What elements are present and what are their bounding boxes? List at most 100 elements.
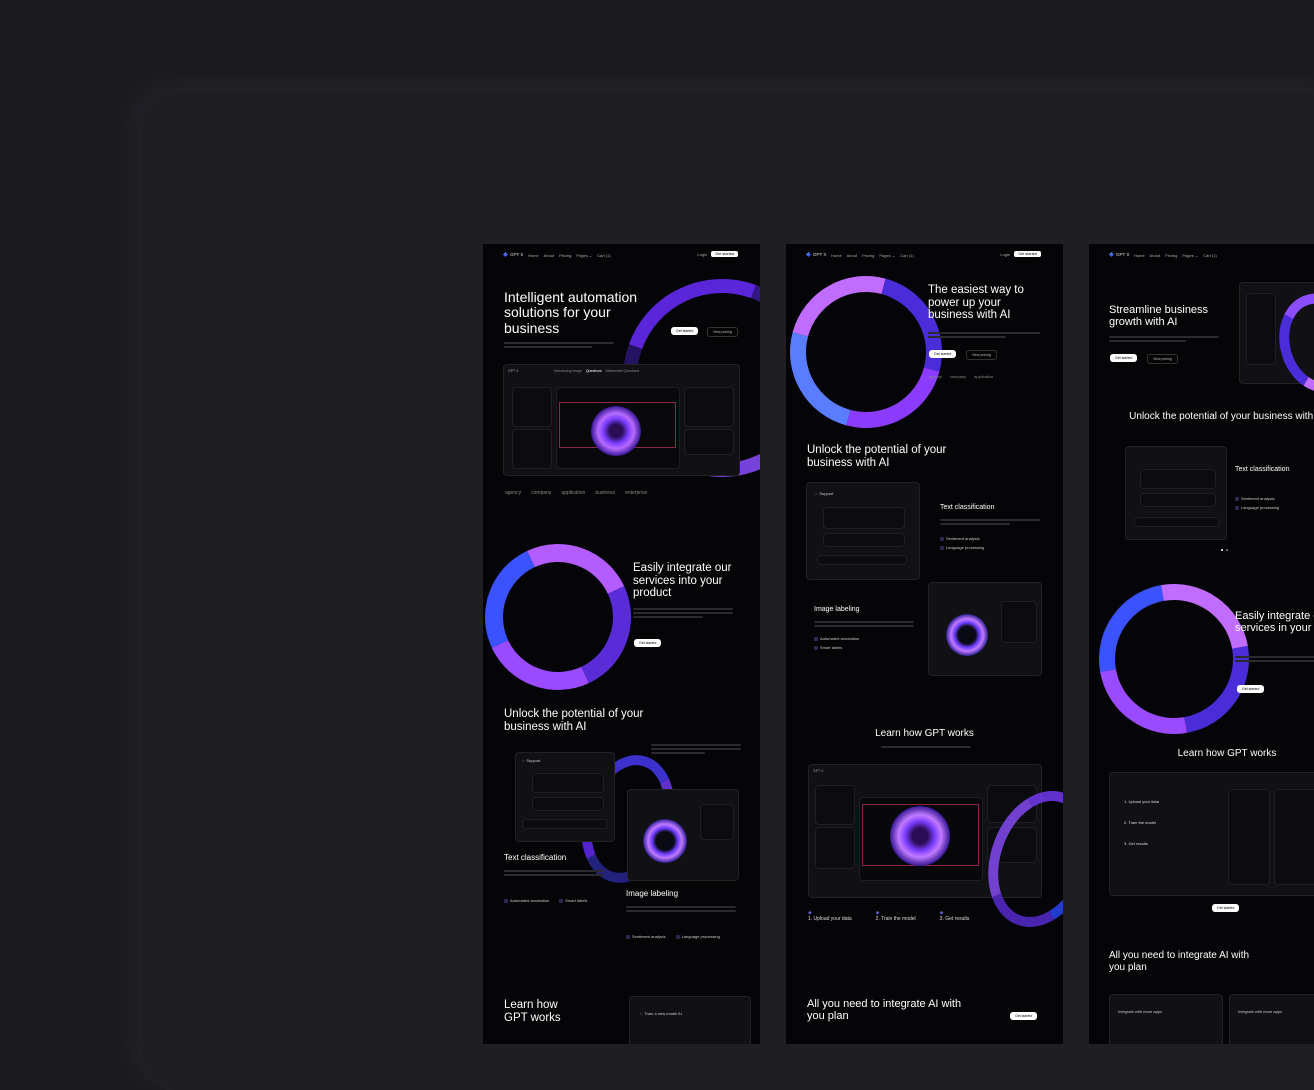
steps-card: 1. Upload your data 2. Train the model 3… xyxy=(1109,772,1314,896)
hero-view-pricing-button[interactable]: View pricing xyxy=(1147,354,1178,364)
brand-logos: agency company application xyxy=(929,374,993,379)
hero-get-started-button[interactable]: Get started xyxy=(929,350,957,358)
hero-view-pricing-button[interactable]: View pricing xyxy=(966,350,997,360)
app-right-panel-1 xyxy=(684,387,734,427)
nav-actions: Login Get started xyxy=(1000,251,1041,257)
chat-message-1 xyxy=(823,507,905,529)
feature-sentiment-analysis: Sentiment analysis xyxy=(940,536,984,541)
labeling-side-panel xyxy=(1001,601,1037,643)
nav-item-about[interactable]: About xyxy=(544,253,554,258)
plan-title: All you need to integrate AI with you pl… xyxy=(807,998,962,1023)
login-link[interactable]: Login xyxy=(1000,252,1010,257)
hero-description xyxy=(928,330,1040,340)
steps-list: 1. Upload your data 2. Train the model 3… xyxy=(1124,799,1159,846)
integrate-torus-graphic xyxy=(483,523,652,711)
nav-menu: Home About Pricing Pages ⌄ Cart (1) xyxy=(1134,253,1217,258)
brand-application: application xyxy=(974,374,994,379)
hero-app-card xyxy=(1239,282,1314,402)
step-train[interactable]: 2. Train the model xyxy=(1124,820,1159,825)
image-labeling-title: Image labeling xyxy=(626,889,679,898)
logo-icon xyxy=(503,252,508,257)
image-labeling-features: Sentiment analysis Language processing xyxy=(626,934,720,939)
nav-item-pricing[interactable]: Pricing xyxy=(1165,253,1177,258)
nav-item-home[interactable]: Home xyxy=(528,253,539,258)
feature-language-processing: Language processing xyxy=(940,545,984,550)
hero-app-sidebar xyxy=(1246,293,1276,365)
brand-agency: agency xyxy=(505,490,522,496)
nav-item-pricing[interactable]: Pricing xyxy=(559,253,571,258)
logo[interactable]: GPT X xyxy=(1109,252,1129,257)
text-classification-description xyxy=(504,868,604,878)
app-sidebar-panel-2 xyxy=(815,827,855,869)
landing-page-preview-1[interactable]: GPT X Home About Pricing Pages ⌄ Cart (1… xyxy=(483,244,760,1044)
unlock-title: Unlock the potential of your business wi… xyxy=(1129,411,1314,422)
brand-company: company xyxy=(949,374,967,379)
train-model-label[interactable]: ◌ Train a new model AI xyxy=(640,1011,682,1016)
register-button[interactable]: Get started xyxy=(711,251,738,257)
contact-button[interactable]: Get started xyxy=(1212,904,1240,912)
support-label: ◌ Support xyxy=(522,758,541,763)
chat-input[interactable] xyxy=(522,819,608,829)
app-canvas xyxy=(556,387,680,469)
chat-input[interactable] xyxy=(1134,517,1220,527)
brand-application: application xyxy=(561,490,586,496)
plan-get-started-button[interactable]: Get started xyxy=(1010,1012,1038,1020)
steps-row: ◈ 1. Upload your data ◈ 2. Train the model… xyxy=(808,910,969,922)
chat-icon: ◌ xyxy=(522,758,525,763)
nav-item-cart[interactable]: Cart (1) xyxy=(597,253,611,258)
brand-agency: agency xyxy=(929,374,942,379)
step-upload[interactable]: 1. Upload your data xyxy=(1124,799,1159,804)
integrate-get-started-button[interactable]: Get started xyxy=(1237,685,1265,693)
nav-item-pages[interactable]: Pages ⌄ xyxy=(1182,253,1198,258)
app-sidebar-panel-2 xyxy=(512,429,552,469)
nav-bar: GPT X Home About Pricing Pages ⌄ Cart (1… xyxy=(1089,250,1314,260)
chat-input[interactable] xyxy=(817,555,907,565)
labeling-torus xyxy=(945,613,989,657)
labeling-torus xyxy=(642,818,688,864)
nav-item-cart[interactable]: Cart (1) xyxy=(900,253,914,258)
unlock-title: Unlock the potential of your business wi… xyxy=(807,444,947,469)
login-link[interactable]: Login xyxy=(697,252,707,257)
image-labeling-description xyxy=(626,904,736,914)
nav-item-cart[interactable]: Cart (1) xyxy=(1203,253,1217,258)
hero-get-started-button[interactable]: Get started xyxy=(1110,354,1138,362)
chat-message-1 xyxy=(532,773,604,793)
nav-item-about[interactable]: About xyxy=(847,253,857,258)
nav-item-pages[interactable]: Pages ⌄ xyxy=(879,253,895,258)
app-logo: GPT X xyxy=(813,769,824,773)
plan-title: All you need to integrate AI with you pl… xyxy=(1109,950,1250,973)
integrate-get-started-button[interactable]: Get started xyxy=(634,639,662,647)
chat-message-1 xyxy=(1140,469,1216,489)
image-labeling-description xyxy=(814,619,914,629)
brand-logos: agency company application business ente… xyxy=(505,490,647,496)
nav-item-about[interactable]: About xyxy=(1150,253,1160,258)
nav-item-pages[interactable]: Pages ⌄ xyxy=(576,253,592,258)
canvas-torus xyxy=(591,406,641,456)
canvas-torus xyxy=(890,806,950,866)
register-button[interactable]: Get started xyxy=(1014,251,1041,257)
feature-automated-annotation: Automated annotation xyxy=(814,636,859,641)
logo[interactable]: GPT X xyxy=(503,252,523,257)
app-canvas xyxy=(859,797,983,881)
landing-page-preview-2[interactable]: GPT X Home About Pricing Pages ⌄ Cart (1… xyxy=(786,244,1063,1044)
nav-menu: Home About Pricing Pages ⌄ Cart (1) xyxy=(831,253,914,258)
landing-page-preview-3[interactable]: GPT X Home About Pricing Pages ⌄ Cart (1… xyxy=(1089,244,1314,1044)
nav-item-home[interactable]: Home xyxy=(831,253,842,258)
hero-description xyxy=(504,340,614,350)
train-model-card: ◌ Train a new model AI xyxy=(629,996,751,1044)
carousel-dots[interactable] xyxy=(1221,549,1228,551)
nav-item-home[interactable]: Home xyxy=(1134,253,1145,258)
image-labeling-features: Automated annotation Smart labels xyxy=(814,636,859,650)
app-tab-multimodel[interactable]: Multimodel Questions xyxy=(606,369,640,373)
app-tab-image[interactable]: Introducing image xyxy=(554,369,582,373)
chat-message-2 xyxy=(823,533,905,547)
app-tab-questions[interactable]: Questions xyxy=(586,369,602,373)
hero-title: Intelligent automation solutions for you… xyxy=(504,289,638,336)
step-upload: ◈ 1. Upload your data xyxy=(808,910,852,922)
learn-title: Learn how GPT works xyxy=(504,999,561,1024)
logo-icon xyxy=(806,252,811,257)
logo[interactable]: GPT X xyxy=(806,252,826,257)
nav-item-pricing[interactable]: Pricing xyxy=(862,253,874,258)
support-chat-card xyxy=(1125,446,1227,540)
step-results[interactable]: 3. Get results xyxy=(1124,841,1159,846)
